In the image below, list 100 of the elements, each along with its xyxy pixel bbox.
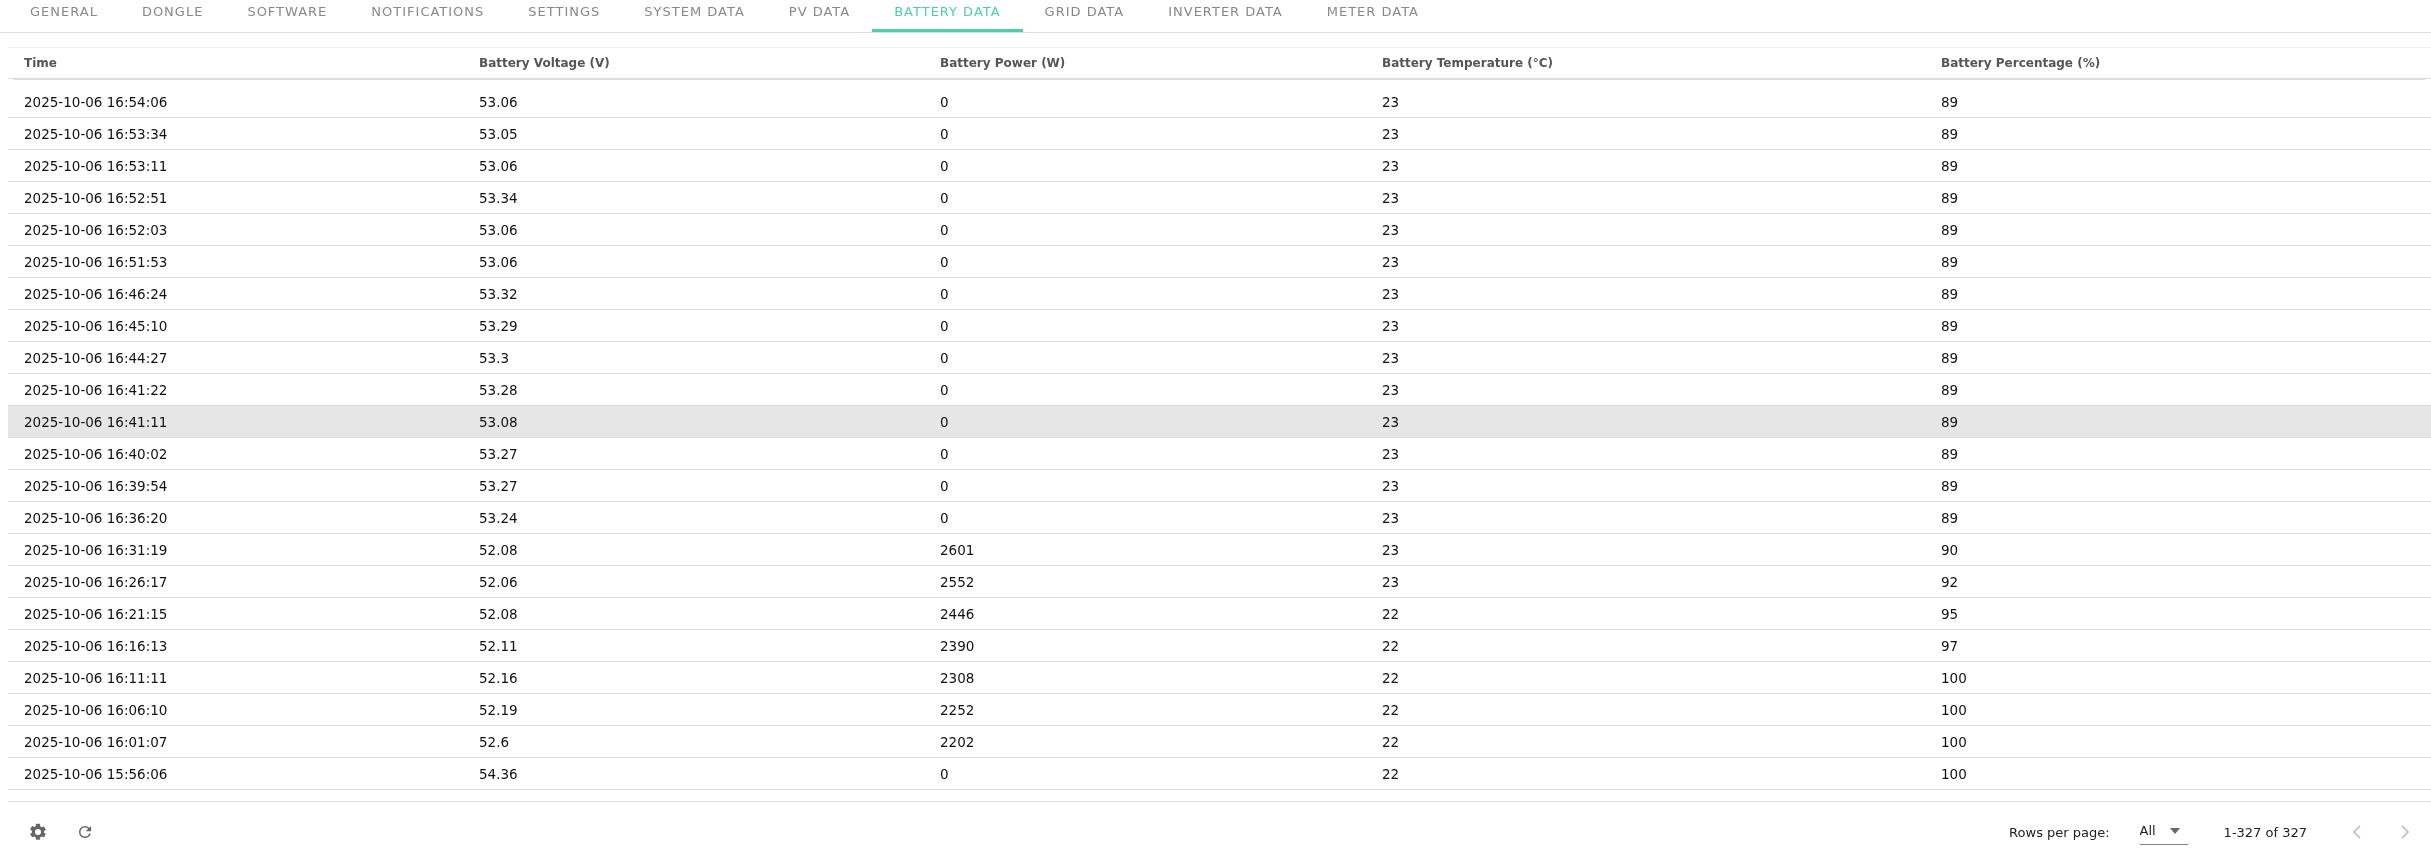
table-cell-text: 2025-10-06 16:36:20 xyxy=(23,509,169,526)
table-cell-text: 53.06 xyxy=(478,157,519,174)
table-cell-text: 0 xyxy=(939,445,950,462)
table-cell-text: 2025-10-06 16:06:10 xyxy=(23,701,169,718)
table-cell-text: 90 xyxy=(1940,541,1960,558)
table-cell-text: 53.08 xyxy=(478,413,519,430)
table-cell-text: 23 xyxy=(1381,221,1401,238)
table-row[interactable]: 2025-10-06 16:41:11 53.08 0 23 89 xyxy=(8,406,2431,438)
table-cell-text: 2025-10-06 16:53:34 xyxy=(23,125,169,142)
table-cell-text: 2025-10-06 16:40:02 xyxy=(23,445,169,462)
table-cell-text: 2025-10-06 16:52:51 xyxy=(23,189,169,206)
table-cell-text: 92 xyxy=(1940,573,1960,590)
table-cell-text: 23 xyxy=(1381,157,1401,174)
table-cell-text: 23 xyxy=(1381,381,1401,398)
table-cell-text: 2552 xyxy=(939,573,976,590)
tab[interactable]: NOTIFICATIONS xyxy=(349,0,507,32)
table-cell-text: 53.28 xyxy=(478,381,519,398)
tab[interactable]: SETTINGS xyxy=(506,0,623,32)
table-cell-text: 22 xyxy=(1381,669,1401,686)
table-cell-text: 2025-10-06 16:21:15 xyxy=(23,605,169,622)
tab[interactable]: INVERTER DATA xyxy=(1146,0,1305,32)
table-cell-text: 89 xyxy=(1940,93,1960,110)
table-cell-text: 89 xyxy=(1940,253,1960,270)
caret-icon xyxy=(2169,827,2180,834)
tab[interactable]: SOFTWARE xyxy=(225,0,350,32)
table-cell-text: 53.05 xyxy=(478,125,519,142)
table-cell-text: 2025-10-06 16:41:11 xyxy=(23,413,169,430)
table-cell-text: 100 xyxy=(1940,669,1968,686)
column-header: Battery Voltage (V) xyxy=(478,56,611,70)
table-cell-text: 53.06 xyxy=(478,221,519,238)
table-cell-text: 2025-10-06 16:31:19 xyxy=(23,541,169,558)
table-cell-text: 0 xyxy=(939,93,950,110)
table-cell-text: 52.6 xyxy=(478,733,511,750)
table-cell-text: 2025-10-06 16:52:03 xyxy=(23,221,169,238)
table-cell-text: 23 xyxy=(1381,349,1401,366)
table-cell-text: 52.08 xyxy=(478,541,519,558)
table-cell-text: 2025-10-06 16:01:07 xyxy=(23,733,169,750)
table-cell-text: 97 xyxy=(1940,637,1960,654)
table-cell-text: 53.29 xyxy=(478,317,519,334)
table-cell-text: 2390 xyxy=(939,637,976,654)
table-cell-text: 0 xyxy=(939,477,950,494)
table-cell-text: 53.32 xyxy=(478,285,519,302)
table-cell-text: 22 xyxy=(1381,701,1401,718)
table-cell-text: 52.08 xyxy=(478,605,519,622)
table-cell-text: 89 xyxy=(1940,445,1960,462)
tab[interactable]: GRID DATA xyxy=(1022,0,1147,32)
table-cell-text: 53.27 xyxy=(478,477,519,494)
table-cell-text: 0 xyxy=(939,221,950,238)
table-cell-text: 23 xyxy=(1381,477,1401,494)
table-cell-text: 89 xyxy=(1940,221,1960,238)
table-cell-text: 2025-10-06 16:41:22 xyxy=(23,381,169,398)
rows-per-page-select[interactable]: All xyxy=(2139,819,2188,845)
table-cell-text: 52.11 xyxy=(478,637,519,654)
table-cell-text: 89 xyxy=(1940,189,1960,206)
table-cell-text: 0 xyxy=(939,125,950,142)
table-cell-text: 89 xyxy=(1940,381,1960,398)
table-cell-text: 23 xyxy=(1381,413,1401,430)
table-cell-text: 0 xyxy=(939,413,950,430)
table-cell-text: 22 xyxy=(1381,733,1401,750)
tab[interactable]: GENERAL xyxy=(8,0,120,32)
table-cell-text: 2308 xyxy=(939,669,976,686)
table-cell-text: 0 xyxy=(939,189,950,206)
table-cell-text: 23 xyxy=(1381,541,1401,558)
column-header: Battery Power (W) xyxy=(939,56,1067,70)
table-cell-text: 89 xyxy=(1940,413,1960,430)
table-cell-text: 100 xyxy=(1940,733,1968,750)
table-cell-text: 53.24 xyxy=(478,509,519,526)
table-cell-text: 2025-10-06 16:16:13 xyxy=(23,637,169,654)
table-cell-text: 53.27 xyxy=(478,445,519,462)
column-header: Battery Temperature (°C) xyxy=(1381,56,1555,70)
table-cell-text: 23 xyxy=(1381,285,1401,302)
tab[interactable]: PV DATA xyxy=(766,0,873,32)
table-cell-text: 0 xyxy=(939,349,950,366)
table-cell-text: 100 xyxy=(1940,765,1968,782)
table-cell-text: 23 xyxy=(1381,317,1401,334)
tab[interactable]: DONGLE xyxy=(119,0,226,32)
table-cell-text: 0 xyxy=(939,253,950,270)
table-cell-text: 2025-10-06 16:51:53 xyxy=(23,253,169,270)
rows-per-page-label: Rows per page: xyxy=(2009,824,2110,840)
table-cell-text: 2025-10-06 16:54:06 xyxy=(23,93,169,110)
table-cell-text: 2202 xyxy=(939,733,976,750)
table-cell-text: 89 xyxy=(1940,157,1960,174)
table-cell-text: 22 xyxy=(1381,637,1401,654)
table-cell-text: 89 xyxy=(1940,125,1960,142)
table-cell-text: 0 xyxy=(939,765,950,782)
table-cell-text: 23 xyxy=(1381,445,1401,462)
table-cell-text: 22 xyxy=(1381,765,1401,782)
table-cell-text: 23 xyxy=(1381,93,1401,110)
page-range: 1-327 of 327 xyxy=(2223,824,2307,840)
tab[interactable]: SYSTEM DATA xyxy=(622,0,767,32)
tab[interactable]: METER DATA xyxy=(1304,0,1441,32)
table-cell-text: 2025-10-06 16:53:11 xyxy=(23,157,169,174)
table-cell-text: 53.06 xyxy=(478,253,519,270)
table-cell-text: 23 xyxy=(1381,509,1401,526)
table-cell-text: 89 xyxy=(1940,285,1960,302)
table-cell-text: 100 xyxy=(1940,701,1968,718)
table-cell-text: 89 xyxy=(1940,477,1960,494)
table-cell-text: 89 xyxy=(1940,317,1960,334)
table-cell-text: 95 xyxy=(1940,605,1960,622)
table-cell-text: 22 xyxy=(1381,605,1401,622)
